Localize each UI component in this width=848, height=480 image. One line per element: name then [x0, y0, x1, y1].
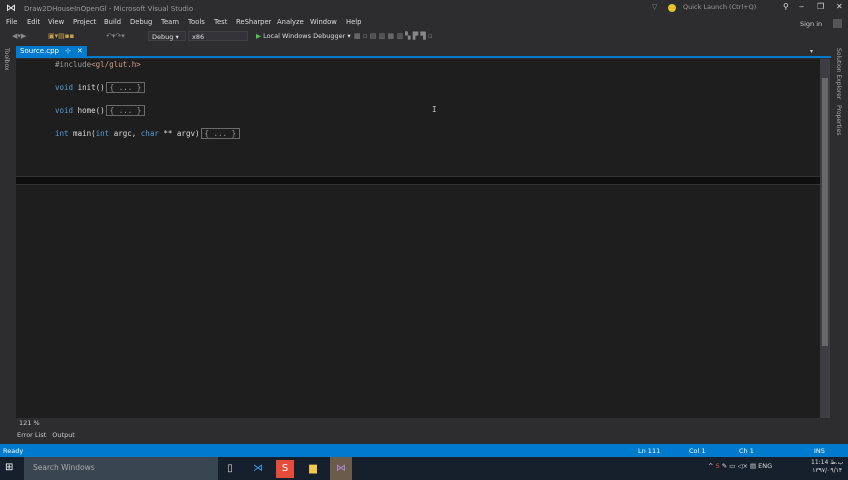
tab-label: Source.cpp: [20, 47, 60, 55]
close-tab-icon[interactable]: ✕: [77, 47, 83, 57]
function-name: home(): [73, 106, 105, 115]
vscode-icon[interactable]: ⋊: [249, 460, 267, 478]
text-cursor-icon: I: [432, 105, 437, 114]
new-project-icon[interactable]: ▣▾▤▪▪: [48, 32, 74, 40]
function-name: main(: [68, 129, 96, 138]
tab-source-cpp[interactable]: Source.cpp ⊹ ✕: [16, 46, 87, 58]
windows-start-icon[interactable]: ⊞: [5, 462, 13, 473]
menu-build[interactable]: Build: [104, 18, 121, 26]
debugger-label: Local Windows Debugger: [263, 32, 346, 40]
menu-window[interactable]: Window: [310, 18, 337, 26]
insert-mode: INS: [814, 447, 825, 455]
back-icon[interactable]: ◀▾▶: [12, 32, 26, 40]
toolbar-misc-icons[interactable]: ▦ ▫ ▤ ▥ ▦ ▥ ▚ ▛ ▜ ▫: [354, 32, 433, 40]
collapsed-block[interactable]: { ... }: [105, 105, 146, 116]
status-bar: Ready Ln 111 Col 1 Ch 1 INS: [0, 444, 848, 457]
visual-studio-logo-icon: ⋈: [6, 3, 16, 14]
time: 11:14 ب.ظ: [811, 459, 844, 466]
menu-team[interactable]: Team: [161, 18, 179, 26]
restore-button[interactable]: ❐: [817, 2, 824, 11]
file-explorer-icon[interactable]: ▆: [304, 460, 322, 478]
collapsed-block[interactable]: { ... }: [200, 128, 241, 139]
minimize-button[interactable]: ‒: [799, 2, 804, 11]
char-number: Ch 1: [739, 447, 754, 455]
right-tool-strip: [832, 44, 848, 444]
feedback-smiley-icon[interactable]: [668, 4, 676, 12]
include-file: <gl/glut.h>: [91, 60, 141, 69]
toolbox-tab[interactable]: Toolbox: [3, 48, 10, 71]
param: ** argv): [158, 129, 200, 138]
scrollbar-thumb[interactable]: [822, 78, 828, 346]
window-title: Draw2DHouseInOpenGl - Microsoft Visual S…: [24, 5, 194, 13]
code-line-init: void init(){ ... }: [55, 82, 146, 93]
keyword: void: [55, 83, 74, 92]
task-view-icon[interactable]: ▯: [221, 460, 239, 478]
document-tab-row: [16, 46, 831, 58]
tab-output[interactable]: Output: [52, 431, 75, 439]
quick-launch-input[interactable]: Quick Launch (Ctrl+Q): [681, 3, 781, 14]
visual-studio-taskbar-icon[interactable]: ⋈: [330, 457, 352, 480]
include-keyword: #include: [55, 60, 92, 69]
menu-analyze[interactable]: Analyze: [277, 18, 304, 26]
menu-test[interactable]: Test: [214, 18, 227, 26]
account-avatar-icon[interactable]: [833, 19, 842, 28]
menu-help[interactable]: Help: [346, 18, 362, 26]
tab-overflow-icon[interactable]: ▾: [810, 48, 813, 55]
clock[interactable]: 11:14 ب.ظ ۱۳۹۷/۰۹/۱۴: [811, 459, 843, 475]
platform-value: x86: [192, 33, 205, 41]
tab-error-list[interactable]: Error List: [17, 431, 46, 439]
keyword: void: [55, 106, 74, 115]
start-debugger-button[interactable]: ▶ Local Windows Debugger ▾: [256, 32, 351, 40]
keyword: int: [95, 129, 110, 138]
sign-in-link[interactable]: Sign in: [800, 20, 822, 28]
zoom-level[interactable]: 121 %: [19, 419, 40, 427]
code-line-main: int main(int argc, char ** argv){ ... }: [55, 128, 241, 139]
function-name: init(): [73, 83, 105, 92]
menu-project[interactable]: Project: [73, 18, 96, 26]
menu-resharper[interactable]: ReSharper: [236, 18, 271, 26]
taskbar-search[interactable]: Search Windows: [24, 457, 218, 480]
pin-icon[interactable]: ⊹: [65, 47, 71, 57]
configuration-value: Debug: [152, 33, 174, 41]
menu-bar: File Edit View Project Build Debug Team …: [0, 17, 848, 29]
platform-dropdown[interactable]: x86: [188, 31, 248, 41]
language-indicator[interactable]: ENG: [758, 462, 772, 470]
play-icon: ▶: [256, 32, 261, 40]
menu-debug[interactable]: Debug: [130, 18, 152, 26]
code-line-home: void home(){ ... }: [55, 105, 146, 116]
menu-tools[interactable]: Tools: [188, 18, 205, 26]
code-editor[interactable]: #include<gl/glut.h> void init(){ ... } v…: [16, 59, 820, 418]
horizontal-scrollbar[interactable]: [16, 418, 830, 428]
keyword: char: [140, 129, 159, 138]
menu-file[interactable]: File: [6, 18, 17, 26]
bottom-panel-tabs: Error List Output: [17, 431, 75, 439]
menu-view[interactable]: View: [48, 18, 64, 26]
code-line-include: #include<gl/glut.h>: [55, 60, 141, 69]
app-s-icon[interactable]: S: [276, 460, 294, 478]
column-number: Col 1: [689, 447, 706, 455]
notification-filter-icon[interactable]: ▽: [652, 3, 657, 11]
param: argc,: [109, 129, 141, 138]
solution-explorer-tab[interactable]: Solution Explorer: [835, 48, 842, 99]
menu-edit[interactable]: Edit: [27, 18, 40, 26]
system-tray[interactable]: ^ S ✎ ▭ ◁× ▤ ENG: [708, 462, 772, 470]
current-line-highlight: [16, 176, 820, 185]
status-text: Ready: [3, 447, 24, 455]
configuration-dropdown[interactable]: Debug ▾: [148, 31, 186, 41]
close-button[interactable]: ✕: [836, 2, 843, 11]
keyword: int: [55, 129, 69, 138]
properties-tab[interactable]: Properties: [835, 105, 842, 135]
search-icon[interactable]: ⚲: [783, 2, 789, 11]
date: ۱۳۹۷/۰۹/۱۴: [812, 467, 843, 474]
line-number: Ln 111: [638, 447, 661, 455]
left-tool-strip: [0, 44, 15, 444]
collapsed-block[interactable]: { ... }: [105, 82, 146, 93]
undo-redo-icon[interactable]: ↶▾↷▾: [106, 32, 125, 40]
